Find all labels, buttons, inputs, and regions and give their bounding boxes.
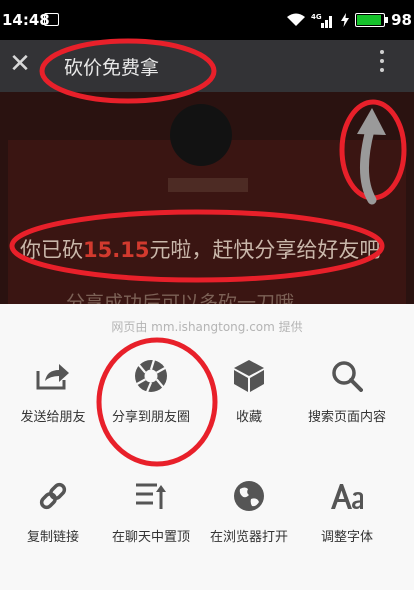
link-icon: [33, 476, 73, 516]
status-bar: 14:48 4G 98: [0, 0, 414, 40]
item-label: 分享到朋友圈: [111, 410, 190, 425]
msg-suffix: 元啦，赶快分享给好友吧: [149, 238, 381, 262]
pin-to-chat-icon: [131, 476, 171, 516]
search-icon: [327, 356, 367, 396]
share-forward-icon: [33, 356, 73, 396]
battery-icon: [355, 13, 389, 27]
item-label: 搜索页面内容: [307, 410, 386, 425]
item-label: 收藏: [235, 410, 262, 425]
adjust-font-button[interactable]: 调整字体: [297, 476, 397, 576]
open-in-browser-button[interactable]: 在浏览器打开: [199, 476, 299, 576]
pin-to-chat-button[interactable]: 在聊天中置顶: [101, 476, 201, 576]
moments-icon: [131, 356, 171, 396]
browser-globe-icon: [229, 476, 269, 516]
msg-prefix: 你已砍: [20, 238, 83, 262]
bargain-message: 你已砍15.15元啦，赶快分享给好友吧: [20, 234, 380, 264]
item-label: 在浏览器打开: [209, 530, 288, 545]
status-time: 14:48: [2, 11, 50, 29]
favorite-cube-icon: [229, 356, 269, 396]
bargain-amount: 15.15: [83, 238, 150, 262]
page-content: 你已砍15.15元啦，赶快分享给好友吧 分享成功后可以多砍一刀哦: [0, 92, 414, 304]
avatar: [170, 104, 232, 166]
battery-level: 98: [391, 11, 412, 29]
user-name-placeholder: [168, 178, 248, 192]
charging-icon: [341, 13, 350, 27]
item-label: 发送给朋友: [20, 410, 86, 425]
status-icons: 4G 98: [287, 11, 412, 29]
search-page-button[interactable]: 搜索页面内容: [297, 356, 397, 456]
item-label: 调整字体: [320, 530, 373, 545]
signal-icon: 4G: [311, 13, 333, 28]
wifi-icon: [287, 13, 306, 26]
signal-label: 4G: [311, 13, 322, 21]
share-to-moments-button[interactable]: 分享到朋友圈: [101, 356, 201, 456]
favorite-button[interactable]: 收藏: [199, 356, 299, 456]
close-icon[interactable]: ✕: [8, 51, 32, 77]
share-hint: 分享成功后可以多砍一刀哦: [66, 292, 295, 304]
title-bar: ✕ 砍价免费拿: [0, 40, 414, 92]
page-title: 砍价免费拿: [64, 57, 160, 79]
font-size-icon: [327, 476, 367, 516]
item-label: 复制链接: [26, 530, 79, 545]
copy-link-button[interactable]: 复制链接: [3, 476, 103, 576]
notification-icon: [44, 13, 59, 26]
send-to-friend-button[interactable]: 发送给朋友: [3, 356, 103, 456]
provider-note: 网页由 mm.ishangtong.com 提供: [111, 320, 303, 334]
more-menu-icon[interactable]: [378, 50, 386, 77]
item-label: 在聊天中置顶: [111, 530, 190, 545]
share-sheet: 网页由 mm.ishangtong.com 提供 发送给朋友 分享到朋友圈 收藏…: [0, 304, 414, 590]
